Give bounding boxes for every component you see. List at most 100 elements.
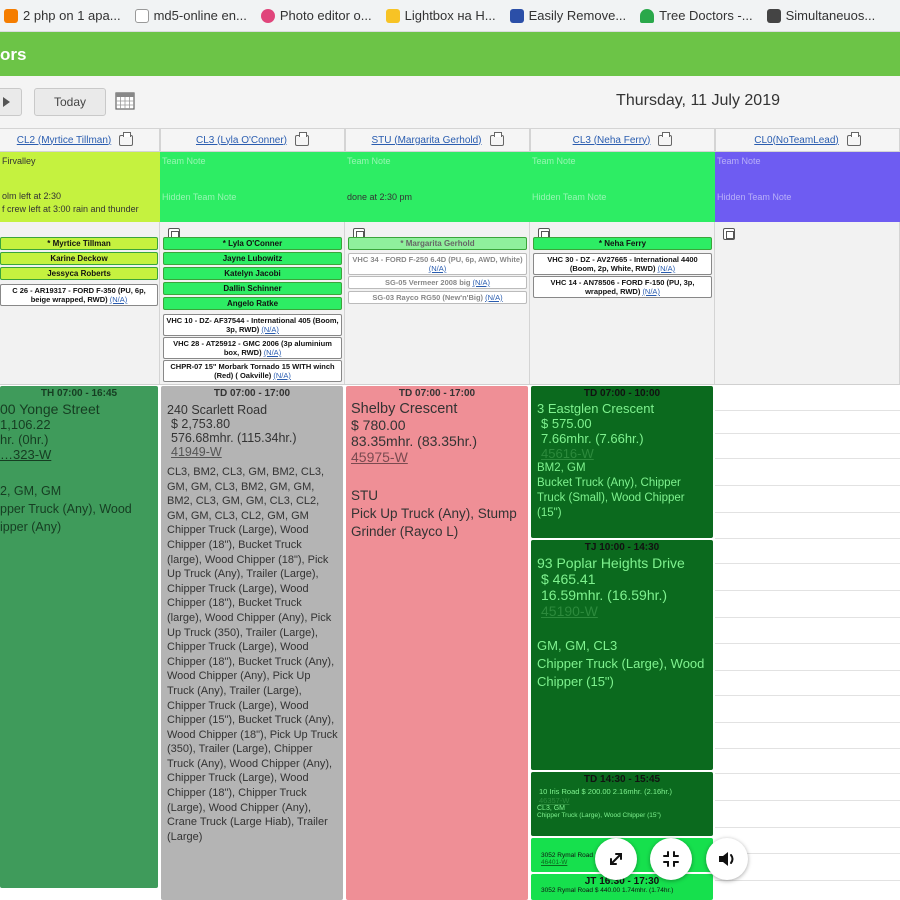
crew-member[interactable]: * Lyla O'Conner — [163, 237, 342, 250]
expand-button[interactable] — [595, 838, 637, 880]
crew-area: * Margarita Gerhold VHC 34 - FORD F-250 … — [345, 222, 530, 384]
team-note[interactable]: Team Note — [160, 152, 345, 188]
work-order-link[interactable]: …323-W — [0, 447, 158, 462]
vehicle-item[interactable]: VHC 28 - AT25912 - GMC 2006 (3p aluminiu… — [163, 337, 342, 359]
bookmark-item[interactable]: md5-online en... — [134, 8, 247, 23]
cat-icon — [766, 8, 781, 23]
vehicle-item[interactable]: SG-03 Rayco RG50 (New'n'Big) (N/A) — [348, 291, 527, 304]
job-card[interactable]: TJ 10:00 - 14:30 93 Poplar Heights Drive… — [531, 540, 713, 770]
date-title: Thursday, 11 July 2019 — [616, 92, 780, 109]
bookmark-item[interactable]: 2 php on 1 apa... — [4, 8, 121, 23]
print-icon[interactable] — [489, 131, 504, 146]
job-card[interactable]: TD 07:00 - 10:00 3 Eastglen Crescent $ 5… — [531, 386, 713, 538]
bookmark-label: 2 php on 1 apa... — [23, 8, 121, 23]
collapse-button[interactable] — [650, 838, 692, 880]
work-order-link[interactable]: 46357-W — [539, 796, 713, 805]
vehicle-item[interactable]: SG-05 Vermeer 2008 big (N/A) — [348, 276, 527, 289]
bookmark-label: Easily Remove... — [528, 8, 627, 23]
work-order-link[interactable]: 45190-W — [541, 603, 713, 619]
vehicle-na-link[interactable]: (N/A) — [110, 295, 128, 304]
bookmark-item[interactable]: Simultaneuos... — [766, 8, 875, 23]
vehicle-na-link[interactable]: (N/A) — [658, 264, 676, 273]
vehicle-label: VHC 28 - AT25912 - GMC 2006 (3p aluminiu… — [173, 339, 332, 357]
vehicle-item[interactable]: VHC 10 - DZ- AF37544 - International 405… — [163, 314, 342, 336]
bookmark-item[interactable]: Lightbox на Н... — [385, 8, 496, 23]
job-card[interactable]: TH 07:00 - 16:45 00 Yonge Street 1,106.2… — [0, 386, 158, 888]
column-header-label[interactable]: CL3 (Lyla O'Conner) — [196, 135, 287, 146]
crew-member[interactable]: * Neha Ferry — [533, 237, 712, 250]
vehicle-na-link[interactable]: (N/A) — [264, 348, 282, 357]
crew-member[interactable]: Angelo Ratke — [163, 297, 342, 310]
column-header[interactable]: STU (Margarita Gerhold) — [345, 128, 530, 152]
vehicle-na-link[interactable]: (N/A) — [485, 293, 503, 302]
job-price: $ 780.00 — [351, 417, 406, 433]
next-button[interactable] — [0, 88, 22, 116]
hidden-team-note[interactable]: Hidden Team Note — [160, 188, 345, 222]
today-button[interactable]: Today — [34, 88, 106, 116]
column-header-label[interactable]: STU (Margarita Gerhold) — [371, 135, 481, 146]
bookmark-item[interactable]: Tree Doctors -... — [640, 8, 753, 23]
bookmark-item[interactable]: Photo editor o... — [260, 8, 372, 23]
hidden-team-note[interactable]: done at 2:30 pm — [345, 188, 530, 222]
column-header-label[interactable]: CL0(NoTeamLead) — [754, 135, 839, 146]
hidden-note-text: done at 2:30 pm — [347, 192, 413, 202]
column-header-label[interactable]: CL2 (Myrtice Tillman) — [17, 135, 111, 146]
column-header[interactable]: CL2 (Myrtice Tillman) — [0, 128, 160, 152]
hidden-team-note[interactable]: olm left at 2:30 f crew left at 3:00 rai… — [0, 188, 160, 222]
copy-icon[interactable] — [723, 228, 735, 240]
lightbox-icon — [385, 8, 400, 23]
team-note[interactable]: Firvalley — [0, 152, 160, 188]
vehicle-item[interactable]: CHPR-07 15" Morbark Tornado 15 WITH winc… — [163, 360, 342, 382]
hidden-team-note[interactable]: Hidden Team Note — [715, 188, 900, 222]
team-note[interactable]: Team Note — [345, 152, 530, 188]
team-note[interactable]: Team Note — [715, 152, 900, 188]
team-note[interactable]: Team Note — [530, 152, 715, 188]
work-order-link[interactable]: 41949-W — [171, 445, 343, 459]
job-equipment: Bucket Truck (Any), Chipper Truck (Small… — [537, 477, 685, 519]
job-card[interactable]: TD 14:30 - 15:45 10 Iris Road $ 200.00 2… — [531, 772, 713, 836]
work-order-link[interactable]: 45975-W — [351, 449, 528, 465]
print-icon[interactable] — [119, 131, 134, 146]
crew-member[interactable]: Jessyca Roberts — [0, 267, 158, 280]
calendar-icon[interactable] — [115, 90, 135, 110]
play-right-icon — [2, 97, 10, 107]
crew-member[interactable]: * Myrtice Tillman — [0, 237, 158, 250]
job-tags: STU — [351, 488, 378, 503]
crew-area: * Neha Ferry VHC 30 - DZ - AV27665 - Int… — [530, 222, 715, 384]
vehicle-item[interactable]: VHC 30 - DZ - AV27665 - International 44… — [533, 253, 712, 275]
vehicle-na-link[interactable]: (N/A) — [473, 278, 491, 287]
work-order-link[interactable]: 45616-W — [541, 446, 713, 461]
hidden-note-placeholder: Hidden Team Note — [717, 192, 792, 202]
vehicle-na-link[interactable]: (N/A) — [261, 325, 279, 334]
crew-area — [715, 222, 900, 384]
job-equipment: Pick Up Truck (Any), Stump Grinder (Rayc… — [351, 506, 517, 539]
column-header-label[interactable]: CL3 (Neha Ferry) — [573, 135, 651, 146]
hidden-team-note[interactable]: Hidden Team Note — [530, 188, 715, 222]
vehicle-item[interactable]: VHC 34 - FORD F-250 6.4D (PU, 6p, AWD, W… — [348, 253, 527, 275]
job-hours: 83.35mhr. (83.35hr.) — [351, 433, 478, 449]
job-price: 1,106.22 — [0, 417, 51, 432]
column-header[interactable]: CL3 (Lyla O'Conner) — [160, 128, 345, 152]
grid-line — [715, 827, 900, 828]
crew-member[interactable]: * Margarita Gerhold — [348, 237, 527, 250]
job-hours: 576.68mhr. (115.34hr.) — [171, 431, 297, 445]
volume-button[interactable] — [706, 838, 748, 880]
vehicle-na-link[interactable]: (N/A) — [273, 371, 291, 380]
bookmark-item[interactable]: Easily Remove... — [509, 8, 627, 23]
column-header[interactable]: CL3 (Neha Ferry) — [530, 128, 715, 152]
job-card[interactable]: TD 07:00 - 17:00 Shelby Crescent $ 780.0… — [346, 386, 528, 900]
crew-member[interactable]: Jayne Lubowitz — [163, 252, 342, 265]
vehicle-na-link[interactable]: (N/A) — [642, 287, 660, 296]
crew-member[interactable]: Dallin Schinner — [163, 282, 342, 295]
print-icon[interactable] — [658, 131, 673, 146]
vehicle-na-link[interactable]: (N/A) — [429, 264, 447, 273]
column-header[interactable]: CL0(NoTeamLead) — [715, 128, 900, 152]
job-equipment: Chipper Truck (Large), Wood Chipper (15"… — [537, 656, 705, 689]
print-icon[interactable] — [295, 131, 310, 146]
vehicle-item[interactable]: C 26 - AR19317 - FORD F-350 (PU, 6p, bei… — [0, 284, 158, 306]
job-card[interactable]: TD 07:00 - 17:00 240 Scarlett Road $ 2,7… — [161, 386, 343, 900]
print-icon[interactable] — [846, 131, 861, 146]
crew-member[interactable]: Katelyn Jacobi — [163, 267, 342, 280]
crew-member[interactable]: Karine Deckow — [0, 252, 158, 265]
vehicle-item[interactable]: VHC 14 - AN78506 - FORD F-150 (PU, 3p, w… — [533, 276, 712, 298]
